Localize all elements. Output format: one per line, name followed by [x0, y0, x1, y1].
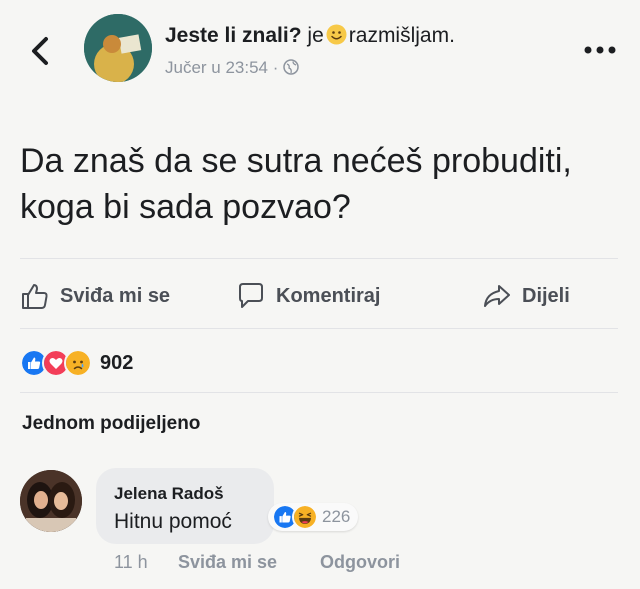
comment-reaction-count: 226	[322, 507, 351, 526]
sad-reaction-icon	[64, 349, 92, 377]
post-header: Jeste li znali? je razmišljam. Jučer u 2…	[0, 0, 640, 100]
share-arrow-icon	[484, 285, 510, 307]
comment-button[interactable]: Komentiraj	[236, 276, 380, 316]
post-timestamp[interactable]: Jučer u 23:54 ·	[165, 58, 278, 77]
back-arrow-icon[interactable]	[26, 34, 56, 68]
thumbs-up-icon	[22, 284, 48, 309]
post-title-line: Jeste li znali? je razmišljam.	[165, 24, 455, 48]
like-label: Sviđa mi se	[60, 284, 171, 307]
comment-label: Komentiraj	[276, 284, 381, 307]
divider	[20, 328, 618, 329]
post-meta: Jučer u 23:54 ·	[165, 58, 299, 78]
divider	[20, 392, 618, 393]
post-body-text: Da znaš da se sutra nećeš probuditi, kog…	[20, 142, 572, 226]
more-options-icon[interactable]	[582, 40, 618, 60]
share-label: Dijeli	[522, 284, 570, 307]
share-button[interactable]: Dijeli	[482, 276, 570, 316]
page-avatar[interactable]	[84, 14, 152, 82]
page-name-link[interactable]: Jeste li znali?	[165, 24, 302, 47]
comment-reply-link[interactable]: Odgovori	[320, 552, 400, 573]
comment-author-avatar[interactable]	[20, 470, 82, 532]
reactions-summary[interactable]: 902	[20, 348, 133, 378]
feeling-text: razmišljam.	[348, 24, 455, 47]
comment-bubble-icon	[239, 283, 263, 308]
comment-like-link[interactable]: Sviđa mi se	[178, 552, 277, 573]
comment-reactions[interactable]: 226	[268, 503, 359, 531]
reaction-count: 902	[100, 351, 134, 374]
feeling-prefix: je	[307, 24, 324, 47]
divider	[20, 258, 618, 259]
comment-time[interactable]: 11 h	[114, 552, 148, 573]
comment-author-name[interactable]: Jelena Radoš	[114, 484, 224, 504]
smiley-emoji-icon	[326, 24, 347, 45]
comment-text: Hitnu pomoć	[114, 510, 232, 533]
globe-icon	[283, 59, 299, 75]
shares-count[interactable]: Jednom podijeljeno	[22, 413, 200, 435]
like-button[interactable]: Sviđa mi se	[20, 276, 170, 316]
haha-reaction-icon	[292, 504, 318, 530]
